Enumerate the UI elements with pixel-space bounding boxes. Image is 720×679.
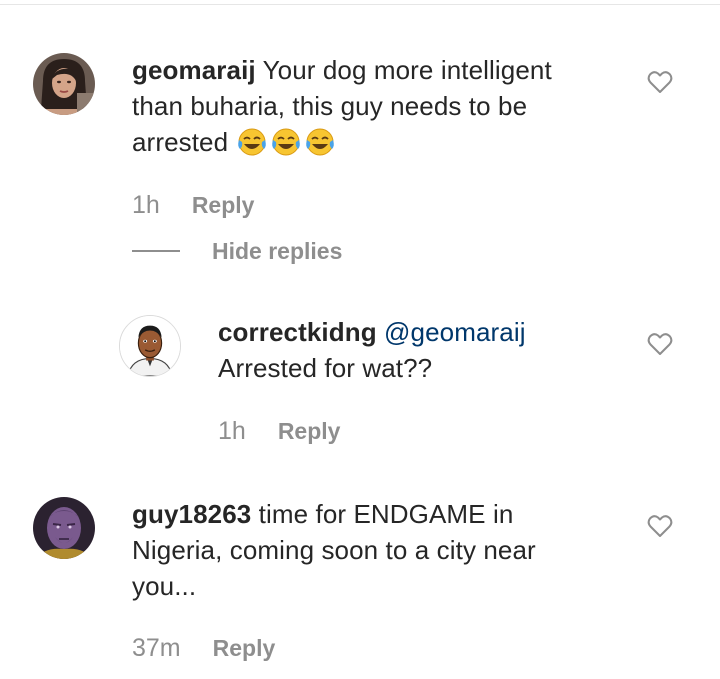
heart-outline-icon[interactable] — [647, 70, 673, 94]
hide-replies-label: Hide replies — [212, 237, 343, 264]
joy-emoji-icon — [270, 127, 302, 157]
heart-outline-icon[interactable] — [647, 514, 673, 538]
comment-1-time: 1h — [132, 191, 160, 219]
comment-2-body: Arrested for wat?? — [218, 353, 433, 383]
comment-3-username[interactable]: guy18263 — [132, 499, 251, 529]
comment-2-time: 1h — [218, 417, 246, 445]
comment-3-time: 37m — [132, 634, 181, 662]
comment-1-meta: 1h Reply — [132, 190, 254, 220]
mention-link[interactable]: @geomaraij — [384, 317, 526, 347]
comment-3-meta: 37m Reply — [132, 633, 275, 663]
joy-emoji-icon — [304, 127, 336, 157]
comment-1-text: geomaraij Your dog more intelligent than… — [132, 52, 602, 160]
comment-2-text: correctkidng @geomaraij Arrested for wat… — [218, 314, 598, 386]
hide-replies-button[interactable]: Hide replies — [132, 236, 342, 266]
joy-emoji-icon — [236, 127, 268, 157]
comment-2-meta: 1h Reply — [218, 416, 340, 446]
top-divider — [0, 4, 720, 5]
avatar[interactable] — [119, 315, 181, 377]
avatar[interactable] — [33, 53, 95, 115]
hide-replies-line — [132, 250, 180, 252]
reply-button[interactable]: Reply — [278, 416, 341, 446]
comment-3-text: guy18263 time for ENDGAME in Nigeria, co… — [132, 496, 602, 604]
reply-button[interactable]: Reply — [192, 190, 255, 220]
comment-2-username[interactable]: correctkidng — [218, 317, 377, 347]
avatar[interactable] — [33, 497, 95, 559]
comment-1-username[interactable]: geomaraij — [132, 55, 256, 85]
reply-button[interactable]: Reply — [213, 633, 276, 663]
heart-outline-icon[interactable] — [647, 332, 673, 356]
